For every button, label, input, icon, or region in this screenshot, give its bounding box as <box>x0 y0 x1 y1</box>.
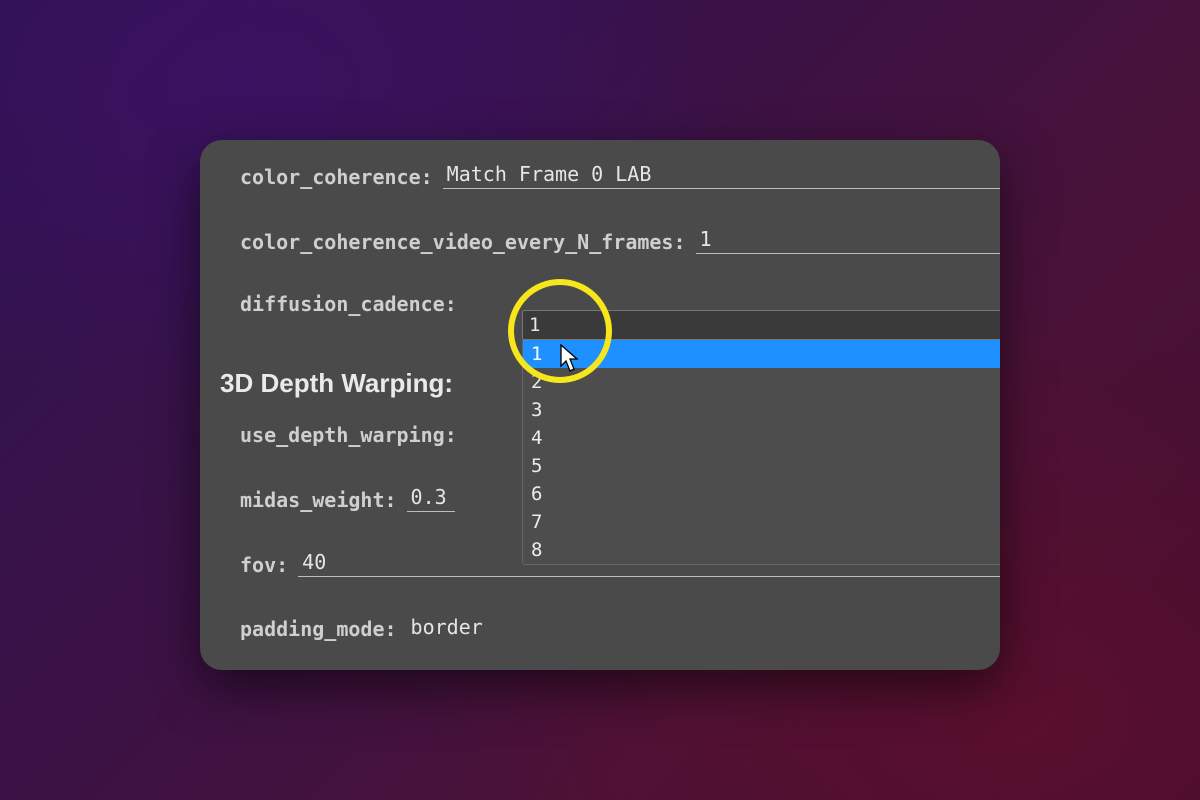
diffusion-cadence-option[interactable]: 3 <box>523 396 1000 424</box>
diffusion-cadence-option[interactable]: 8 <box>523 536 1000 564</box>
diffusion-cadence-option[interactable]: 4 <box>523 424 1000 452</box>
input-color-coherence[interactable]: Match Frame 0 LAB <box>443 162 1000 189</box>
label-fov: fov: <box>240 553 288 577</box>
label-midas-weight: midas_weight: <box>240 488 397 512</box>
input-midas-weight[interactable]: 0.3 <box>407 485 455 512</box>
input-use-depth-warping[interactable] <box>467 445 515 447</box>
diffusion-cadence-option[interactable]: 1 <box>523 340 1000 368</box>
row-color-coherence: color_coherence: Match Frame 0 LAB <box>240 162 1000 189</box>
diffusion-cadence-option[interactable]: 2 <box>523 368 1000 396</box>
row-padding-mode: padding_mode: border <box>240 615 1000 641</box>
diffusion-cadence-options: 12345678 <box>522 340 1000 565</box>
label-color-coherence-video-n: color_coherence_video_every_N_frames: <box>240 230 686 254</box>
settings-panel: color_coherence: Match Frame 0 LAB color… <box>200 140 1000 670</box>
label-color-coherence: color_coherence: <box>240 165 433 189</box>
row-color-coherence-video-every-n-frames: color_coherence_video_every_N_frames: 1 <box>240 227 1000 254</box>
label-diffusion-cadence: diffusion_cadence: <box>240 292 457 316</box>
diffusion-cadence-option[interactable]: 5 <box>523 452 1000 480</box>
diffusion-cadence-field[interactable]: 1 <box>522 310 1000 340</box>
diffusion-cadence-option[interactable]: 7 <box>523 508 1000 536</box>
label-use-depth-warping: use_depth_warping: <box>240 423 457 447</box>
input-padding-mode[interactable]: border <box>407 615 487 641</box>
input-color-coherence-video-n[interactable]: 1 <box>696 227 1000 254</box>
label-padding-mode: padding_mode: <box>240 617 397 641</box>
diffusion-cadence-dropdown[interactable]: 1 12345678 <box>522 310 1000 565</box>
diffusion-cadence-option[interactable]: 6 <box>523 480 1000 508</box>
